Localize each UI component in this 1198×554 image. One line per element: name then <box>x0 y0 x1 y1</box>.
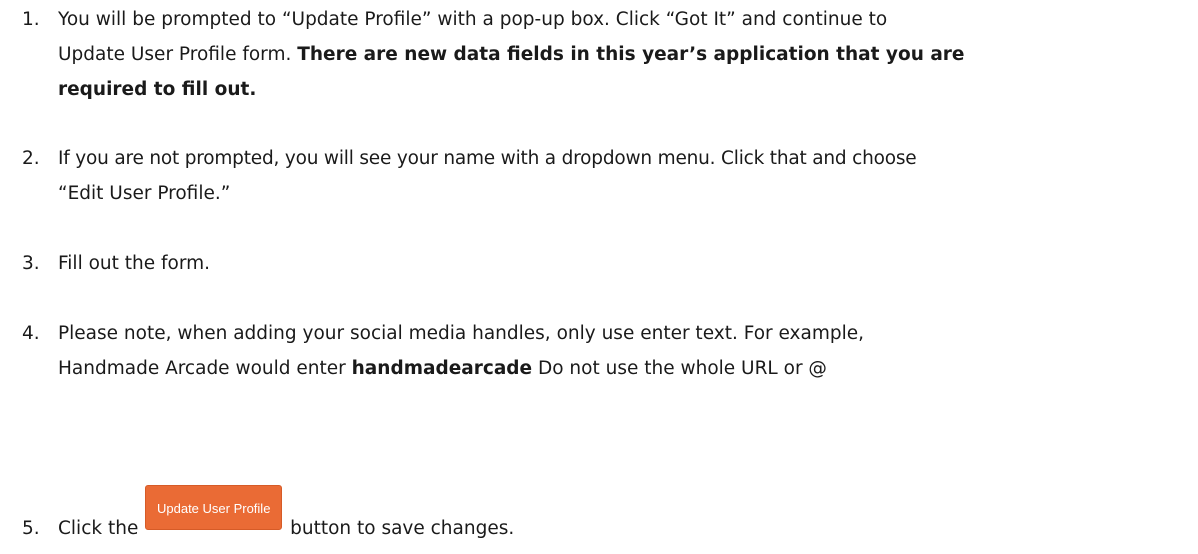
step-1-bold-note: There are new data fields in this year’s… <box>297 44 965 65</box>
step-4-plain-after: Do not use the whole URL or @ <box>532 358 827 379</box>
step-1-line-1: You will be prompted to “Update Profile”… <box>58 9 888 30</box>
step-number: 2. <box>22 148 40 169</box>
step-5-line-1: Click the Update User Profile button to … <box>58 485 1198 546</box>
step-text: Please note, when adding your social med… <box>58 316 1198 386</box>
step-1-plain-text: Update User Profile form. <box>58 44 298 65</box>
step-number: 3. <box>22 253 40 274</box>
step-1-line-3: required to fill out. <box>58 72 1198 107</box>
step-1-bold-note-end: required to fill out. <box>58 79 257 100</box>
step-5-plain-after: button to save changes. <box>284 518 515 539</box>
step-text: Click the Update User Profile button to … <box>58 485 1198 546</box>
step-number: 4. <box>22 323 40 344</box>
step-2-line-1: If you are not prompted, you will see yo… <box>58 148 917 169</box>
instructions-document: 1. You will be prompted to “Update Profi… <box>0 0 1198 554</box>
step-5: 5. Click the Update User Profile button … <box>0 485 1198 551</box>
step-number: 5. <box>22 518 40 539</box>
step-1-line-2: Update User Profile form. There are new … <box>58 37 1198 72</box>
step-3-line-1: Fill out the form. <box>58 253 211 274</box>
step-2-line-2: “Edit User Profile.” <box>58 183 231 204</box>
step-4: 4. Please note, when adding your social … <box>0 316 1198 388</box>
step-text: Fill out the form. <box>58 246 1198 281</box>
update-user-profile-button[interactable]: Update User Profile <box>145 485 283 530</box>
step-2: 2. If you are not prompted, you will see… <box>0 141 1198 213</box>
step-5-plain-before: Click the <box>58 518 145 539</box>
step-3: 3. Fill out the form. <box>0 246 1198 282</box>
step-4-handle-example: handmadearcade <box>351 358 533 379</box>
step-1: 1. You will be prompted to “Update Profi… <box>0 2 1198 112</box>
step-4-line-1: Please note, when adding your social med… <box>58 323 865 344</box>
step-text: You will be prompted to “Update Profile”… <box>58 2 1198 107</box>
step-4-line-2: Handmade Arcade would enter handmadearca… <box>58 351 1198 386</box>
step-number: 1. <box>22 9 40 30</box>
step-text: If you are not prompted, you will see yo… <box>58 141 1198 211</box>
step-4-plain-before: Handmade Arcade would enter <box>58 358 352 379</box>
